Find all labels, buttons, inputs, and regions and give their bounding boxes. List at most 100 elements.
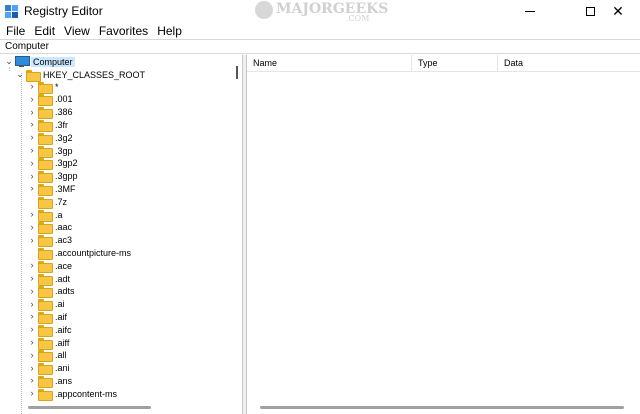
tree-guide-line — [21, 73, 22, 414]
column-header-type[interactable]: Type — [412, 55, 498, 72]
tree-node[interactable]: › .ac3 — [28, 234, 73, 248]
values-list-pane[interactable]: Name Type Data — [247, 55, 640, 414]
tree-node[interactable]: › .a — [28, 208, 63, 222]
close-button[interactable]: ✕ — [596, 0, 640, 22]
tree-node-label: .3gpp — [55, 171, 78, 182]
chevron-right-icon[interactable]: › — [28, 323, 36, 336]
tree-horizontal-scrollbar[interactable] — [28, 406, 151, 409]
menu-help[interactable]: Help — [154, 24, 185, 38]
tree-node-label: .all — [55, 350, 67, 361]
window-title: Registry Editor — [24, 4, 103, 18]
tree-node[interactable]: › .3gp — [28, 144, 73, 158]
folder-icon — [38, 183, 53, 196]
folder-icon — [38, 388, 53, 401]
menu-view[interactable]: View — [61, 24, 93, 38]
folder-icon — [38, 286, 53, 299]
tree-node[interactable]: › .3gp2 — [28, 157, 78, 171]
tree-node[interactable]: › .aifc — [28, 323, 72, 337]
chevron-down-icon[interactable]: ⌄ — [16, 68, 24, 81]
tree-node-label: .ac3 — [55, 235, 73, 246]
chevron-right-icon[interactable]: › — [28, 387, 36, 400]
chevron-right-icon[interactable] — [28, 246, 36, 259]
tree-node[interactable]: › * — [28, 80, 59, 94]
chevron-right-icon[interactable]: › — [28, 170, 36, 183]
tree-node-label: .3g2 — [55, 132, 73, 143]
tree-node[interactable]: › .001 — [28, 93, 73, 107]
tree-node-label: .aac — [55, 222, 73, 233]
tree-node[interactable]: › .386 — [28, 106, 73, 120]
chevron-right-icon[interactable]: › — [28, 182, 36, 195]
chevron-right-icon[interactable]: › — [28, 106, 36, 119]
tree-node[interactable]: › .all — [28, 349, 67, 363]
chevron-right-icon[interactable] — [28, 195, 36, 208]
address-bar[interactable]: Computer — [0, 39, 640, 54]
folder-icon — [38, 196, 53, 209]
folder-icon — [38, 363, 53, 376]
list-horizontal-scrollbar[interactable] — [260, 406, 624, 409]
chevron-right-icon[interactable]: › — [28, 80, 36, 93]
chevron-right-icon[interactable]: › — [28, 118, 36, 131]
tree-node-label: .accountpicture-ms — [55, 247, 132, 258]
tree-node[interactable]: › .ai — [28, 298, 65, 312]
tree-node-label: .3fr — [55, 119, 69, 130]
tree-node[interactable]: › .ans — [28, 374, 72, 388]
tree-node[interactable]: › .3MF — [28, 182, 76, 196]
folder-icon — [38, 235, 53, 248]
tree-node-label: .adts — [55, 286, 75, 297]
chevron-right-icon[interactable]: › — [28, 144, 36, 157]
chevron-right-icon[interactable]: › — [28, 272, 36, 285]
tree-node-label: .3MF — [55, 183, 76, 194]
chevron-right-icon[interactable]: › — [28, 157, 36, 170]
tree-node[interactable]: › .ani — [28, 362, 70, 376]
tree-node[interactable]: › .3g2 — [28, 131, 73, 145]
tree-node-label: .adt — [55, 273, 71, 284]
tree-node-label: .3gp — [55, 145, 73, 156]
tree-node[interactable]: › .3fr — [28, 118, 69, 132]
folder-icon — [38, 209, 53, 222]
chevron-down-icon[interactable]: ⌄ — [5, 55, 13, 68]
computer-icon — [15, 56, 30, 67]
tree-node-label: .001 — [55, 94, 73, 105]
tree-node[interactable]: › .appcontent-ms — [28, 387, 117, 401]
chevron-right-icon[interactable]: › — [28, 298, 36, 311]
tree-node[interactable]: › .aiff — [28, 336, 69, 350]
tree-node-label: .a — [55, 209, 63, 220]
tree-node[interactable]: › .aac — [28, 221, 73, 235]
folder-icon — [38, 260, 53, 273]
chevron-right-icon[interactable]: › — [28, 221, 36, 234]
folder-icon — [38, 119, 53, 132]
chevron-right-icon[interactable]: › — [28, 93, 36, 106]
chevron-right-icon[interactable]: › — [28, 374, 36, 387]
column-header-data[interactable]: Data — [498, 55, 640, 72]
tree-node[interactable]: › .3gpp — [28, 170, 78, 184]
chevron-right-icon[interactable]: › — [28, 259, 36, 272]
menu-file[interactable]: File — [3, 24, 28, 38]
menu-edit[interactable]: Edit — [31, 24, 58, 38]
chevron-right-icon[interactable]: › — [28, 310, 36, 323]
tree-node[interactable]: › .adts — [28, 285, 75, 299]
tree-node-computer[interactable]: ⌄ Computer — [5, 55, 75, 68]
chevron-right-icon[interactable]: › — [28, 336, 36, 349]
minimize-button[interactable] — [508, 0, 552, 22]
chevron-right-icon[interactable]: › — [28, 131, 36, 144]
tree-node[interactable]: › .ace — [28, 259, 72, 273]
chevron-right-icon[interactable]: › — [28, 208, 36, 221]
tree-node[interactable]: › .adt — [28, 272, 71, 286]
folder-icon — [38, 324, 53, 337]
folder-icon — [38, 81, 53, 94]
folder-icon — [38, 171, 53, 184]
menu-bar: File Edit View Favorites Help — [0, 22, 640, 39]
registry-tree-pane[interactable]: ⌄ Computer ⌄ HKEY_CLASSES_ROOT › * › .001 ›.… — [0, 55, 243, 414]
chevron-right-icon[interactable]: › — [28, 234, 36, 247]
menu-favorites[interactable]: Favorites — [96, 24, 151, 38]
title-bar[interactable]: Registry Editor MAJORGEEKS .COM ✕ — [0, 0, 640, 22]
folder-icon — [38, 311, 53, 324]
chevron-right-icon[interactable]: › — [28, 285, 36, 298]
tree-node[interactable]: › .aif — [28, 310, 67, 324]
chevron-right-icon[interactable]: › — [28, 349, 36, 362]
column-header-name[interactable]: Name — [247, 55, 412, 72]
tree-node[interactable]: .7z — [28, 195, 67, 209]
tree-vertical-scrollbar-thumb[interactable] — [236, 66, 238, 79]
chevron-right-icon[interactable]: › — [28, 362, 36, 375]
tree-node[interactable]: .accountpicture-ms — [28, 246, 132, 260]
